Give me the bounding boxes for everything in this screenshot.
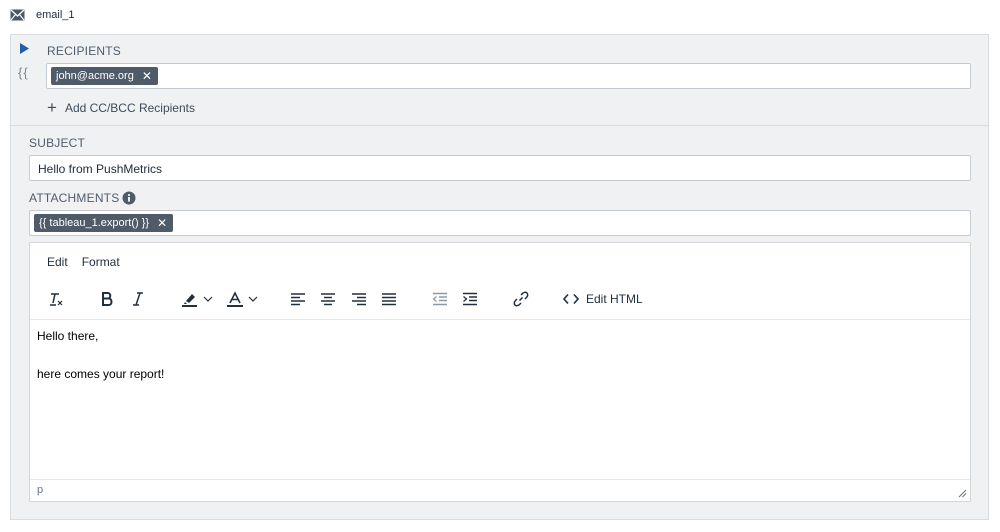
align-center-button[interactable] [318,286,338,312]
recipients-input[interactable]: john@acme.org ✕ [46,63,971,89]
justify-button[interactable] [379,286,399,312]
indent-icon [463,292,477,306]
play-icon[interactable] [20,43,29,54]
align-right-icon [352,293,366,306]
edit-html-label: Edit HTML [586,292,643,306]
resize-handle-icon[interactable] [957,488,967,498]
subject-input[interactable]: Hello from PushMetrics [29,155,971,181]
menu-edit[interactable]: Edit [47,255,68,269]
attachments-input[interactable]: {{ tableau_1.export() }} ✕ [29,210,971,236]
align-right-button[interactable] [349,286,369,312]
highlight-color-button[interactable] [178,286,216,312]
clear-formatting-button[interactable] [46,286,66,312]
align-center-icon [321,293,335,306]
template-braces-icon[interactable]: {{ [18,65,29,80]
step-header: email_1 [10,6,75,24]
toolbar-divider [30,319,970,320]
highlighter-icon [182,294,197,307]
add-cc-bcc-label: Add CC/BCC Recipients [64,100,195,115]
recipients-label: RECIPIENTS [47,44,122,58]
editor-statusbar: p [30,479,970,501]
step-title: email_1 [36,9,75,21]
plus-icon: + [47,98,57,117]
align-left-icon [291,293,305,306]
code-icon [563,293,579,305]
recipient-chip-label: john@acme.org [56,70,134,82]
editor-toolbar: Edit HTML [30,286,970,314]
bold-icon [102,292,113,306]
content-line: Hello there, [37,329,99,343]
editor-content-area[interactable]: Hello there, here comes your report! [37,327,164,403]
justify-icon [382,293,396,306]
recipient-chip: john@acme.org ✕ [51,67,158,85]
insert-link-button[interactable] [511,286,531,312]
info-icon[interactable] [122,191,136,205]
envelope-icon [10,9,25,21]
indent-button[interactable] [460,286,480,312]
link-icon [513,291,529,307]
remove-recipient-icon[interactable]: ✕ [142,70,152,82]
outdent-button[interactable] [430,286,450,312]
align-left-button[interactable] [288,286,308,312]
attachments-label-text: ATTACHMENTS [29,191,120,205]
italic-button[interactable] [128,286,148,312]
text-color-button[interactable] [223,286,261,312]
subject-label: SUBJECT [29,136,86,150]
text-color-icon [227,291,243,307]
chevron-down-icon [203,296,213,302]
content-line: here comes your report! [37,367,165,381]
menu-format[interactable]: Format [82,255,120,269]
italic-icon [133,292,143,306]
section-divider [11,125,988,126]
rich-text-editor: Edit Format Edit HTML Hello there, here … [29,242,971,502]
attachment-chip-label: {{ tableau_1.export() }} [39,217,150,229]
edit-html-button[interactable]: Edit HTML [563,286,643,312]
attachment-chip: {{ tableau_1.export() }} ✕ [34,214,174,232]
clear-formatting-icon [50,293,63,306]
email-config-panel: {{ RECIPIENTS john@acme.org ✕ + Add CC/B… [10,34,989,520]
element-path[interactable]: p [37,484,43,496]
add-cc-bcc-button[interactable]: + Add CC/BCC Recipients [47,99,195,116]
remove-attachment-icon[interactable]: ✕ [157,217,167,229]
chevron-down-icon [248,296,258,302]
editor-menubar: Edit Format [47,255,120,269]
attachments-label: ATTACHMENTS [29,191,136,205]
outdent-icon [432,292,447,306]
bold-button[interactable] [97,286,117,312]
